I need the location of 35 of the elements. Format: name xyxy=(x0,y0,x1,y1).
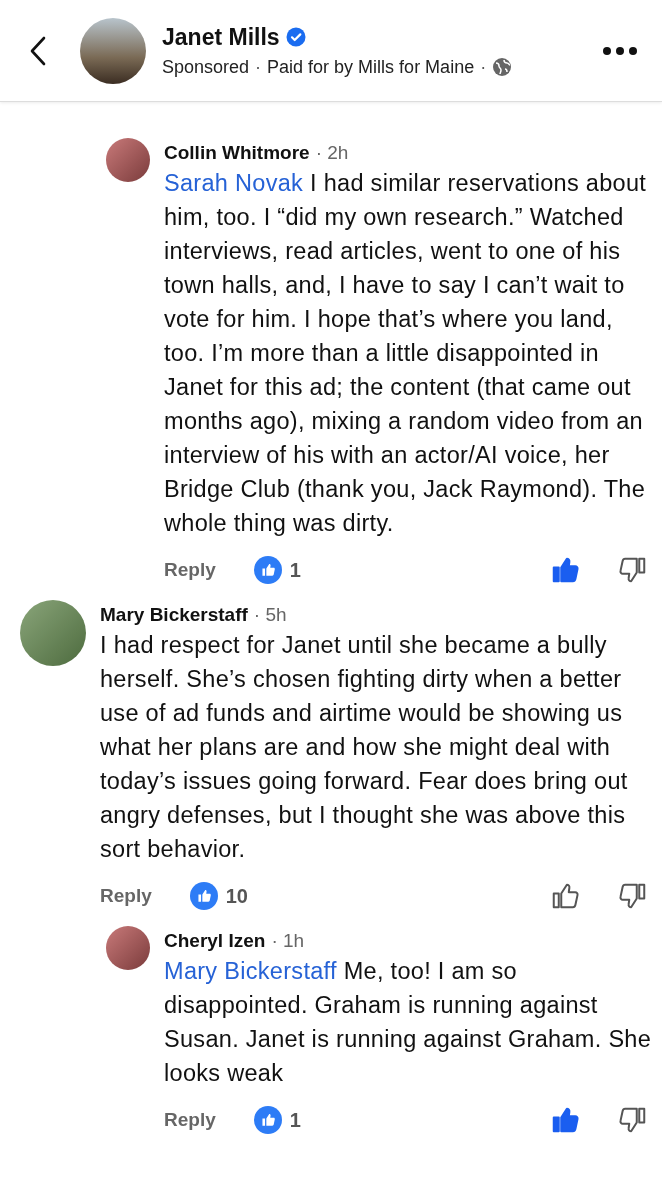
avatar-placeholder[interactable] xyxy=(106,926,150,970)
reply-button[interactable]: Reply xyxy=(164,559,216,581)
globe-icon xyxy=(492,57,513,77)
comment-author[interactable]: Mary Bickerstaff xyxy=(100,604,248,626)
comment-time: · 5h xyxy=(253,604,287,626)
sponsored-label: Sponsored xyxy=(162,56,250,78)
like-count: 1 xyxy=(289,1108,301,1132)
like-count: 1 xyxy=(289,558,301,582)
like-badge-icon xyxy=(189,882,218,910)
page-name[interactable]: Janet Mills xyxy=(162,23,280,51)
comment-author[interactable]: Cheryl Izen xyxy=(164,930,266,952)
separator-dot: · xyxy=(255,56,262,78)
reply-button[interactable]: Reply xyxy=(164,1109,216,1131)
avatar-placeholder[interactable] xyxy=(106,138,150,182)
reply-button[interactable]: Reply xyxy=(100,885,152,907)
separator-dot: · xyxy=(480,56,487,78)
thumbs-down-icon[interactable] xyxy=(618,1105,648,1135)
mention-link[interactable]: Mary Bickerstaff xyxy=(164,958,337,984)
comment-author[interactable]: Collin Whitmore xyxy=(164,142,310,164)
like-badge-icon xyxy=(253,1106,282,1134)
like-badge-icon xyxy=(253,556,282,584)
thumbs-down-icon[interactable] xyxy=(618,881,648,911)
paid-for-label: Paid for by Mills for Maine xyxy=(267,56,475,78)
thumbs-up-icon[interactable] xyxy=(550,881,580,911)
like-count: 10 xyxy=(225,884,248,908)
more-options-icon[interactable] xyxy=(602,45,638,56)
comment-time: · 1h xyxy=(271,930,305,952)
comment-text: I had respect for Janet until she became a bully herself. She’s chosen fighting dirty when a better use of ad funds and airtime would be showing us what her plans are and how she might deal with today’s issues going forward. Fear does bring out angry defenses, but I thought she was above this sort behavior. xyxy=(100,631,629,864)
comment-text: Sarah Novak I had similar reservations about him, too. I “did my own research.” Watched interviews, read articles, went to one of his town halls, and, I have to say I can’t wait to vote for him. I hope that’s where you land, too. I’m more than a little disappointed in Janet for this ad; the content (that came out months ago), mixing a random video from an interview of his with an actor/AI voice, her Bridge Club (thank you, Jack Raymond). The whole thing was dirty. xyxy=(164,169,648,538)
thumbs-up-icon[interactable] xyxy=(550,1105,580,1135)
thumbs-up-icon[interactable] xyxy=(550,555,580,585)
comment-time: · 2h xyxy=(315,142,349,164)
mention-link[interactable]: Sarah Novak xyxy=(164,170,304,196)
thumbs-down-icon[interactable] xyxy=(618,555,648,585)
comment-text: Mary Bickerstaff Me, too! I am so disappointed. Graham is running against Susan. Janet is running against Graham. She looks weak xyxy=(164,957,653,1088)
